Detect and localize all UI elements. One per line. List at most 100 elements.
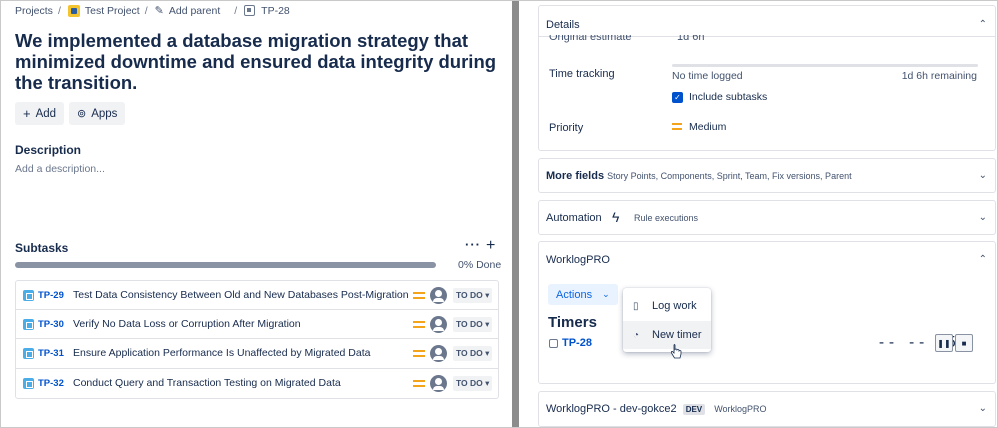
table-row[interactable]: TP-29 Test Data Consistency Between Old … bbox=[16, 281, 498, 311]
subtask-type-icon bbox=[244, 5, 256, 16]
hand-cursor-icon bbox=[670, 344, 682, 359]
subtask-summary[interactable]: Ensure Application Performance Is Unaffe… bbox=[73, 347, 370, 359]
chevron-down-icon[interactable]: ⌄ bbox=[979, 170, 987, 181]
menu-item-label: Log work bbox=[652, 300, 697, 312]
worklogpro-panel: WorklogPRO ⌃ bbox=[538, 241, 996, 384]
worklogpro-dev-sub: WorklogPRO bbox=[714, 404, 767, 414]
breadcrumb-separator: / bbox=[57, 4, 61, 17]
more-fields-panel[interactable]: More fields Story Points, Components, Sp… bbox=[538, 158, 996, 193]
table-row[interactable]: TP-31 Ensure Application Performance Is … bbox=[16, 339, 498, 369]
menu-item-new-timer[interactable]: ◔ New timer bbox=[623, 321, 711, 349]
time-remaining-text: 1d 6h remaining bbox=[901, 70, 977, 82]
stop-button[interactable]: ■ bbox=[955, 334, 973, 352]
breadcrumb: Projects / Test Project / ✎ Add parent /… bbox=[15, 4, 290, 17]
subtask-summary[interactable]: Conduct Query and Transaction Testing on… bbox=[73, 377, 341, 389]
apps-button-label: Apps bbox=[91, 107, 118, 120]
status-dropdown[interactable]: TO DO ▾ bbox=[453, 287, 493, 303]
time-tracking-label: Time tracking bbox=[549, 68, 615, 80]
description-heading: Description bbox=[15, 143, 82, 157]
subtask-progress-text: 0% Done bbox=[458, 259, 502, 271]
apps-icon: ⊚ bbox=[77, 108, 87, 120]
include-subtasks-checkbox[interactable]: ✓ bbox=[672, 92, 683, 103]
subtask-icon bbox=[23, 377, 34, 389]
actions-label: Actions bbox=[556, 288, 593, 301]
add-button-label: Add bbox=[35, 107, 57, 120]
breadcrumb-separator: / bbox=[234, 4, 238, 17]
document-icon: ▯ bbox=[633, 300, 639, 312]
chevron-up-icon[interactable]: ⌃ bbox=[979, 19, 987, 30]
time-logged-text: No time logged bbox=[672, 70, 743, 82]
details-panel: Details ⌃ Original estimate 1d 6h Time t… bbox=[538, 5, 996, 151]
issue-side-panel: Details ⌃ Original estimate 1d 6h Time t… bbox=[519, 1, 997, 427]
breadcrumb-projects[interactable]: Projects bbox=[15, 5, 53, 17]
table-row[interactable]: TP-30 Verify No Data Loss or Corruption … bbox=[16, 310, 498, 340]
priority-medium-icon bbox=[672, 123, 682, 130]
subtask-key[interactable]: TP-32 bbox=[38, 378, 64, 389]
subtask-key[interactable]: TP-30 bbox=[38, 319, 64, 330]
original-estimate-label: Original estimate bbox=[549, 35, 632, 43]
lightning-icon: ϟ bbox=[612, 209, 620, 225]
original-estimate-value[interactable]: 1d 6h bbox=[677, 35, 705, 43]
actions-button[interactable]: Actions ⌄ bbox=[548, 284, 618, 305]
menu-item-log-work[interactable]: ▯ Log work bbox=[623, 292, 711, 320]
priority-label: Priority bbox=[549, 122, 584, 134]
subtask-summary[interactable]: Test Data Consistency Between Old and Ne… bbox=[73, 289, 409, 301]
timer-icon: ◔ bbox=[633, 329, 640, 341]
description-input[interactable]: Add a description... bbox=[15, 163, 105, 175]
avatar[interactable] bbox=[430, 344, 447, 362]
include-subtasks-label: Include subtasks bbox=[689, 91, 768, 103]
page-title[interactable]: We implemented a database migration stra… bbox=[15, 30, 505, 93]
worklogpro-dev-panel[interactable]: WorklogPRO - dev-gokce2 DEV WorklogPRO ⌄ bbox=[538, 391, 996, 427]
priority-medium-icon bbox=[413, 320, 425, 328]
time-tracking-bar[interactable] bbox=[672, 64, 978, 67]
dev-badge: DEV bbox=[682, 404, 706, 415]
issue-main-panel: Projects / Test Project / ✎ Add parent /… bbox=[1, 1, 511, 427]
chevron-down-icon[interactable]: ⌄ bbox=[979, 403, 987, 414]
chevron-down-icon[interactable]: ⌄ bbox=[979, 212, 987, 223]
plus-icon: + bbox=[23, 106, 31, 121]
priority-value[interactable]: Medium bbox=[689, 121, 726, 133]
priority-medium-icon bbox=[413, 349, 425, 357]
automation-label: Automation bbox=[546, 212, 602, 224]
avatar[interactable] bbox=[430, 286, 447, 304]
menu-item-label: New timer bbox=[652, 329, 702, 341]
pause-button[interactable]: ❚❚ bbox=[935, 334, 953, 352]
subtask-icon bbox=[23, 289, 34, 301]
table-row[interactable]: TP-32 Conduct Query and Transaction Test… bbox=[16, 369, 498, 398]
timer-issue-key: TP-28 bbox=[562, 337, 592, 349]
breadcrumb-add-parent[interactable]: Add parent bbox=[169, 5, 220, 17]
add-button[interactable]: + Add bbox=[15, 102, 65, 125]
subtask-table: TP-29 Test Data Consistency Between Old … bbox=[15, 280, 499, 399]
subtask-key[interactable]: TP-31 bbox=[38, 348, 64, 359]
chevron-up-icon[interactable]: ⌃ bbox=[979, 254, 987, 265]
breadcrumb-project[interactable]: Test Project bbox=[85, 5, 140, 17]
status-dropdown[interactable]: TO DO ▾ bbox=[453, 345, 493, 361]
project-icon bbox=[67, 4, 80, 17]
app-window: Projects / Test Project / ✎ Add parent /… bbox=[0, 0, 998, 428]
timers-heading: Timers bbox=[548, 314, 597, 331]
rule-executions-label: Rule executions bbox=[634, 213, 699, 223]
apps-button[interactable]: ⊚ Apps bbox=[69, 102, 126, 125]
worklogpro-dev-label: WorklogPRO - dev-gokce2 bbox=[546, 403, 677, 415]
more-fields-list: Story Points, Components, Sprint, Team, … bbox=[607, 171, 852, 181]
avatar[interactable] bbox=[430, 374, 447, 392]
status-dropdown[interactable]: TO DO ▾ bbox=[453, 316, 493, 332]
breadcrumb-issue-key[interactable]: TP-28 bbox=[261, 5, 290, 17]
subtask-key[interactable]: TP-29 bbox=[38, 290, 64, 301]
priority-medium-icon bbox=[413, 291, 425, 299]
subtask-progress-bar bbox=[15, 262, 436, 268]
more-fields-label: More fields bbox=[546, 170, 605, 182]
timer-issue-link[interactable]: TP-28 bbox=[549, 337, 592, 349]
subtask-summary[interactable]: Verify No Data Loss or Corruption After … bbox=[73, 318, 301, 330]
add-subtask-icon[interactable]: + bbox=[486, 237, 495, 255]
avatar[interactable] bbox=[430, 315, 447, 333]
priority-medium-icon bbox=[413, 379, 425, 387]
subtask-type-icon bbox=[549, 338, 558, 348]
more-actions-icon[interactable]: ··· bbox=[465, 237, 481, 252]
status-dropdown[interactable]: TO DO ▾ bbox=[453, 375, 493, 391]
automation-panel[interactable]: Automation ϟ Rule executions ⌄ bbox=[538, 200, 996, 235]
subtask-icon bbox=[23, 347, 34, 359]
worklogpro-heading: WorklogPRO bbox=[546, 254, 610, 266]
panel-resize-handle[interactable] bbox=[512, 1, 519, 427]
details-heading: Details bbox=[546, 19, 580, 31]
